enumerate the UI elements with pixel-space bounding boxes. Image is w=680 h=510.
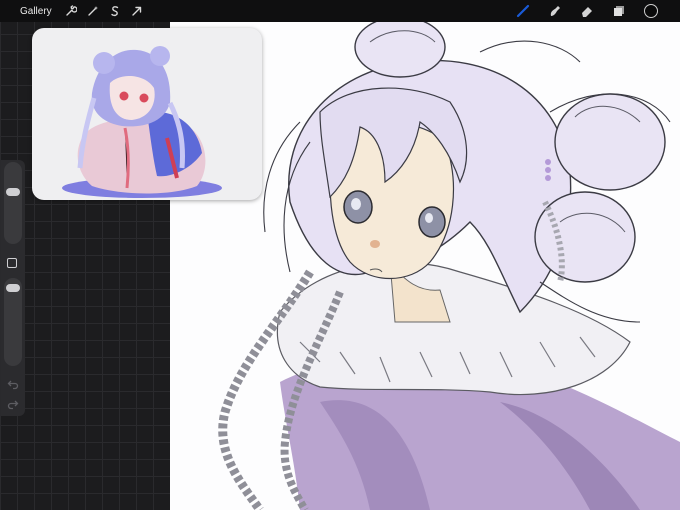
eraser-icon[interactable] — [576, 0, 598, 22]
gallery-button[interactable]: Gallery — [20, 6, 52, 17]
color-swatch-icon[interactable] — [640, 0, 662, 22]
redo-icon[interactable] — [7, 398, 19, 410]
modify-button[interactable] — [7, 258, 17, 268]
opacity-knob[interactable] — [6, 284, 20, 292]
top-toolbar: Gallery — [0, 0, 680, 22]
arrow-transform-icon[interactable] — [126, 0, 148, 22]
selection-s-icon[interactable] — [104, 0, 126, 22]
current-color-dot — [644, 4, 658, 18]
smudge-icon[interactable] — [544, 0, 566, 22]
magic-wand-icon[interactable] — [82, 0, 104, 22]
sidebar — [1, 160, 25, 416]
layers-icon[interactable] — [608, 0, 630, 22]
brush-size-knob[interactable] — [6, 188, 20, 196]
opacity-slider[interactable] — [4, 278, 22, 366]
undo-icon[interactable] — [7, 378, 19, 390]
brush-icon[interactable] — [512, 0, 534, 22]
wrench-icon[interactable] — [60, 0, 82, 22]
brush-size-slider[interactable] — [4, 162, 22, 244]
toolbar-right-group — [512, 0, 662, 22]
reference-image — [62, 46, 222, 198]
reference-window[interactable] — [32, 28, 262, 200]
